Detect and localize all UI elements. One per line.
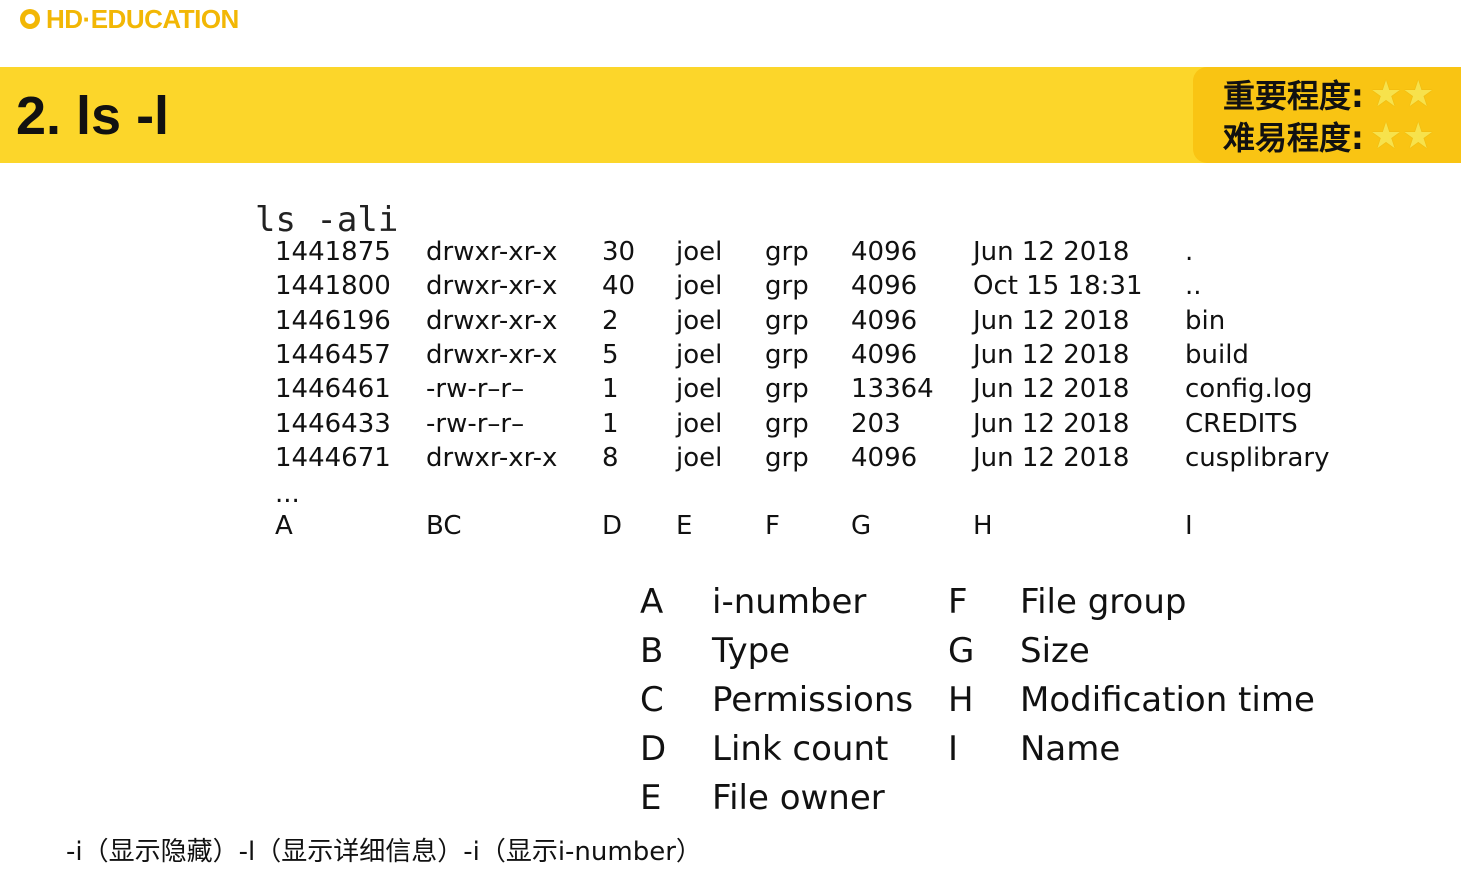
listing-cell: bin: [1185, 306, 1226, 336]
listing-cell: 30: [602, 237, 636, 267]
listing-cell: Jun 12 2018: [973, 237, 1130, 267]
listing-cell: grp: [765, 306, 809, 336]
difficulty-stars-icon: ★★: [1369, 115, 1435, 157]
listing-cell: 1446196: [275, 306, 391, 336]
logo-icon: [20, 9, 40, 29]
listing-cell: 1441800: [275, 271, 391, 301]
column-letter: G: [851, 511, 872, 541]
listing-cell: -rw-r–r–: [426, 409, 525, 439]
column-letter: F: [765, 511, 780, 541]
listing-cell: 1441875: [275, 237, 391, 267]
listing-cell: Jun 12 2018: [973, 340, 1130, 370]
brand-logo: HD·EDUCATION: [20, 4, 239, 34]
listing-cell: drwxr-xr-x: [426, 306, 558, 336]
listing-cell: 4096: [851, 443, 918, 473]
column-letter: I: [1185, 511, 1193, 541]
legend-meaning: File group: [1020, 582, 1187, 622]
listing-cell: 1: [602, 374, 619, 404]
legend-letter: I: [948, 729, 959, 769]
listing-cell: joel: [676, 340, 723, 370]
legend-letter: C: [640, 680, 664, 720]
legend-meaning: Size: [1020, 631, 1090, 671]
listing-cell: grp: [765, 271, 809, 301]
listing-cell: joel: [676, 443, 723, 473]
listing-cell: 1444671: [275, 443, 391, 473]
listing-cell: -rw-r–r–: [426, 374, 525, 404]
legend-meaning: i-number: [712, 582, 867, 622]
column-letter: A: [275, 511, 293, 541]
listing-cell: CREDITS: [1185, 409, 1298, 439]
listing-cell: joel: [676, 237, 723, 267]
slide-title: 2. ls -l: [16, 86, 170, 146]
legend-meaning: File owner: [712, 778, 885, 818]
legend-letter: H: [948, 680, 974, 720]
column-letter: BC: [426, 511, 462, 541]
listing-cell: joel: [676, 306, 723, 336]
column-letter: D: [602, 511, 623, 541]
listing-cell: 1446433: [275, 409, 391, 439]
listing-cell: 5: [602, 340, 619, 370]
listing-cell: 4096: [851, 237, 918, 267]
legend-meaning: Permissions: [712, 680, 914, 720]
listing-cell: 13364: [851, 374, 934, 404]
legend-letter: B: [640, 631, 664, 671]
listing-cell: grp: [765, 443, 809, 473]
legend-letter: F: [948, 582, 968, 622]
listing-cell: 40: [602, 271, 636, 301]
listing-cell: 2: [602, 306, 619, 336]
brand-name: HD·EDUCATION: [46, 3, 239, 34]
importance-label: 重要程度:: [1223, 77, 1364, 115]
listing-cell: Jun 12 2018: [973, 443, 1130, 473]
listing-cell: Jun 12 2018: [973, 306, 1130, 336]
importance-stars-icon: ★★: [1369, 73, 1435, 115]
listing-cell: 4096: [851, 340, 918, 370]
legend-meaning: Link count: [712, 729, 889, 769]
legend-meaning: Modification time: [1020, 680, 1315, 720]
legend-letter: A: [640, 582, 664, 622]
listing-cell: cusplibrary: [1185, 443, 1330, 473]
listing-cell: grp: [765, 374, 809, 404]
listing-cell: 1: [602, 409, 619, 439]
legend-meaning: Name: [1020, 729, 1121, 769]
listing-cell: 1446461: [275, 374, 391, 404]
listing-cell: drwxr-xr-x: [426, 340, 558, 370]
listing-cell: grp: [765, 340, 809, 370]
listing-cell: joel: [676, 409, 723, 439]
listing-cell: 4096: [851, 271, 918, 301]
listing-cell: Oct 15 18:31: [973, 271, 1143, 301]
listing-ellipsis: ...: [275, 479, 300, 509]
importance-rating: 重要程度: ★★: [1223, 73, 1435, 116]
legend-letter: D: [640, 729, 667, 769]
listing-cell: drwxr-xr-x: [426, 271, 558, 301]
listing-cell: joel: [676, 271, 723, 301]
listing-cell: .: [1185, 237, 1194, 267]
listing-cell: 1446457: [275, 340, 391, 370]
listing-cell: 203: [851, 409, 901, 439]
listing-cell: build: [1185, 340, 1249, 370]
difficulty-rating: 难易程度: ★★: [1223, 115, 1435, 158]
legend-letter: G: [948, 631, 975, 671]
listing-cell: Jun 12 2018: [973, 409, 1130, 439]
column-letter: H: [973, 511, 993, 541]
listing-cell: grp: [765, 237, 809, 267]
listing-cell: 4096: [851, 306, 918, 336]
listing-cell: config.log: [1185, 374, 1313, 404]
difficulty-label: 难易程度:: [1223, 119, 1364, 157]
listing-cell: drwxr-xr-x: [426, 443, 558, 473]
options-footnote: -i（显示隐藏）-l（显示详细信息）-i（显示i-number）: [66, 837, 702, 867]
listing-cell: Jun 12 2018: [973, 374, 1130, 404]
listing-cell: 8: [602, 443, 619, 473]
legend-meaning: Type: [712, 631, 791, 671]
listing-cell: grp: [765, 409, 809, 439]
legend-letter: E: [640, 778, 662, 818]
listing-cell: joel: [676, 374, 723, 404]
listing-cell: drwxr-xr-x: [426, 237, 558, 267]
listing-cell: ..: [1185, 271, 1202, 301]
column-letter: E: [676, 511, 693, 541]
